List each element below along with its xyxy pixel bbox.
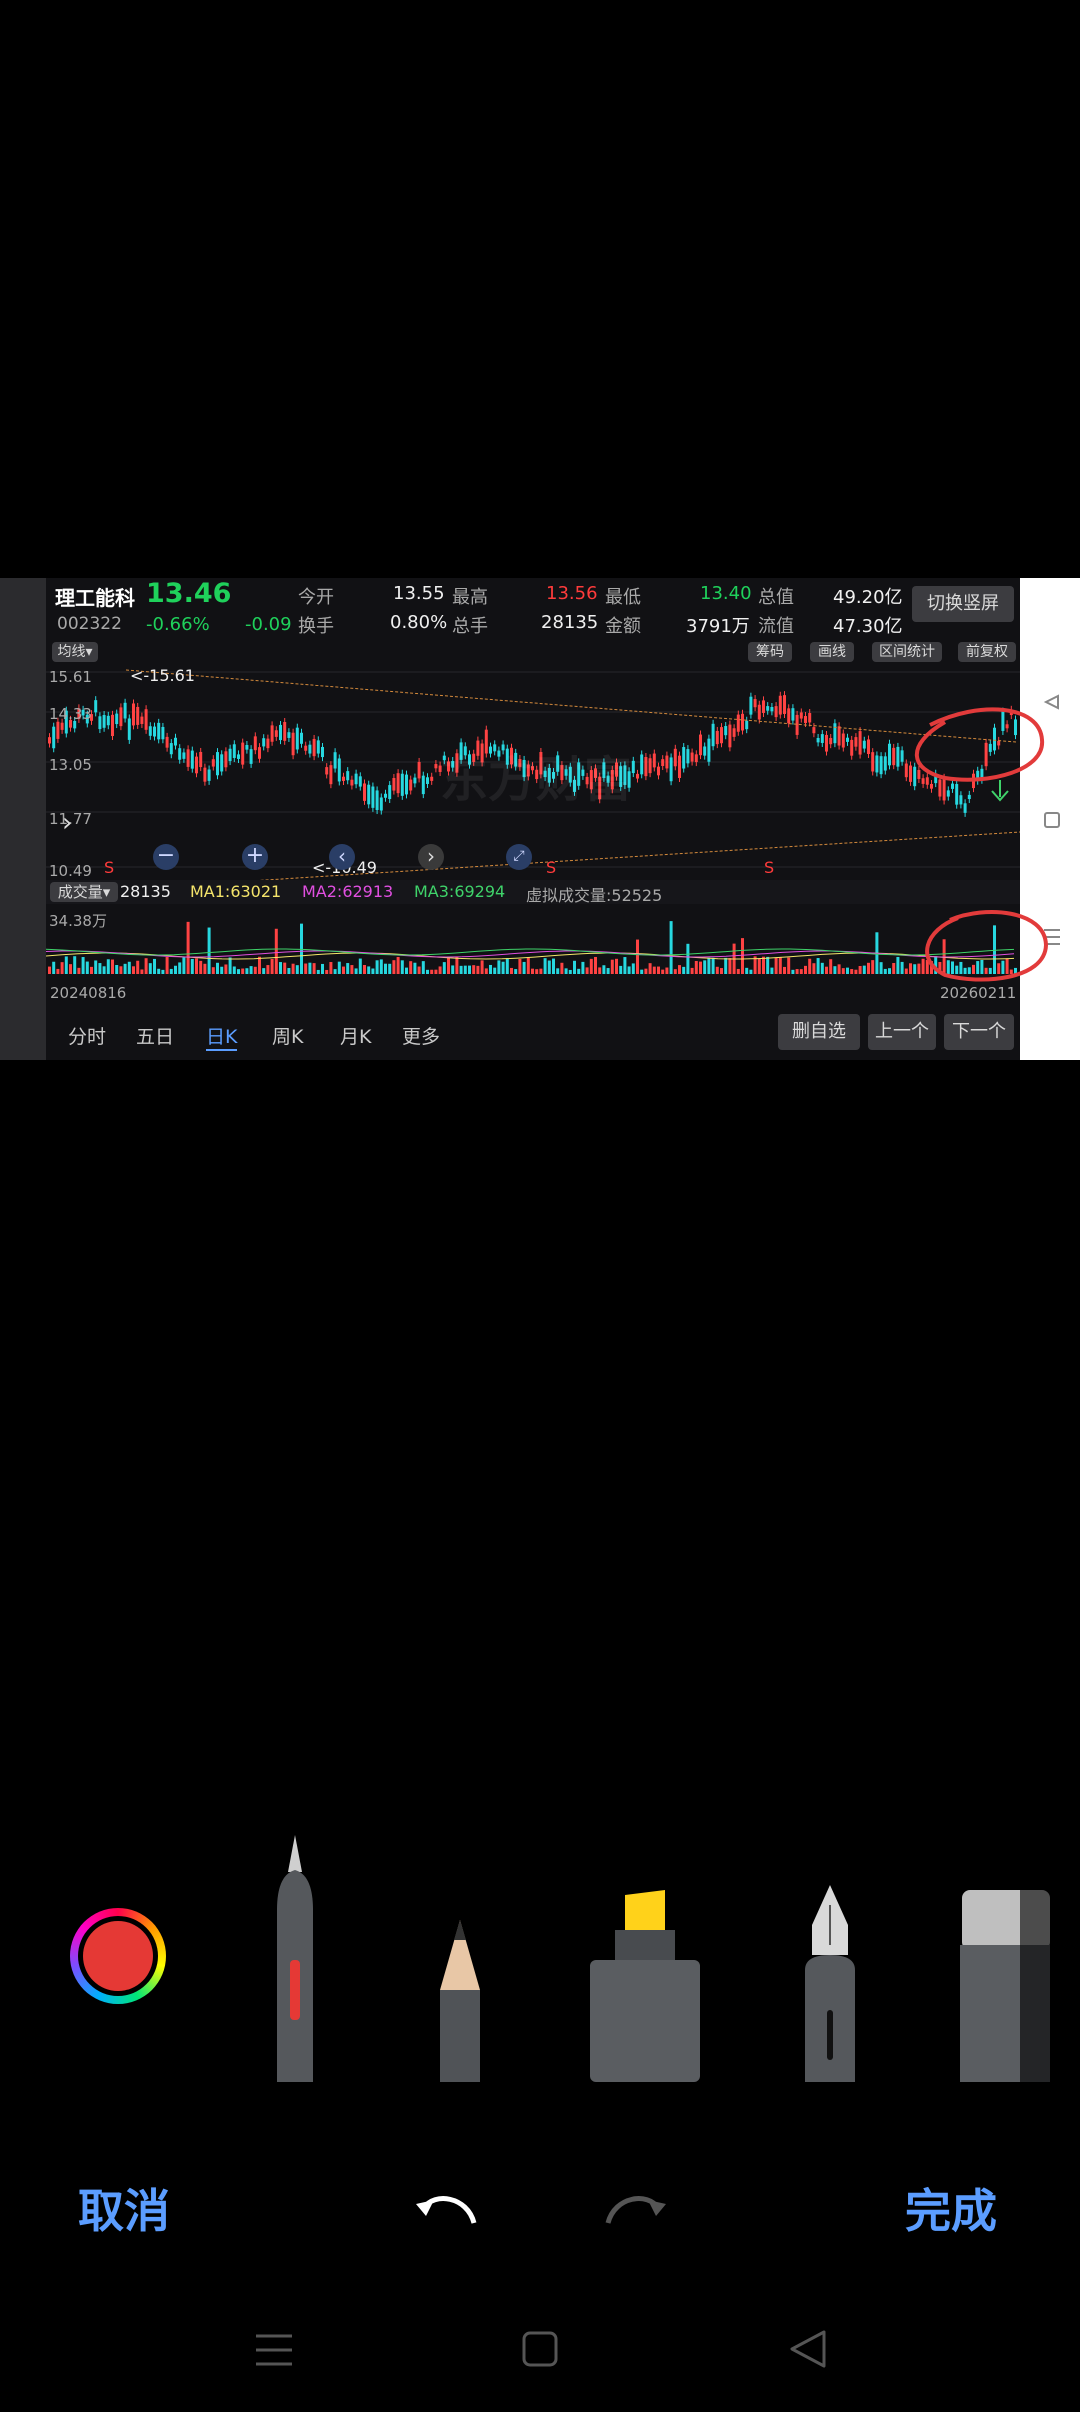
selected-color-swatch: [83, 1921, 153, 1991]
annotation-circle-bottom: [925, 910, 1049, 982]
ballpoint-pen-tool[interactable]: [255, 1830, 335, 2082]
down-arrow-icon: [991, 780, 1009, 802]
annotation-circle-top: [914, 707, 1045, 782]
home-nav-icon[interactable]: [520, 2320, 560, 2380]
redo-icon[interactable]: [600, 2178, 670, 2238]
recent-apps-icon[interactable]: [250, 2320, 310, 2380]
done-button[interactable]: 完成: [905, 2175, 997, 2241]
eraser-tool[interactable]: [960, 1890, 1050, 2082]
pencil-tool[interactable]: [425, 1915, 495, 2082]
back-nav-icon[interactable]: [780, 2320, 840, 2380]
pen-annotations: [914, 707, 1049, 982]
undo-icon[interactable]: [412, 2178, 482, 2238]
highlighter-tool[interactable]: [585, 1890, 705, 2082]
color-picker-button[interactable]: [70, 1908, 166, 2004]
fountain-pen-tool[interactable]: [790, 1885, 870, 2082]
cancel-button[interactable]: 取消: [78, 2175, 170, 2241]
